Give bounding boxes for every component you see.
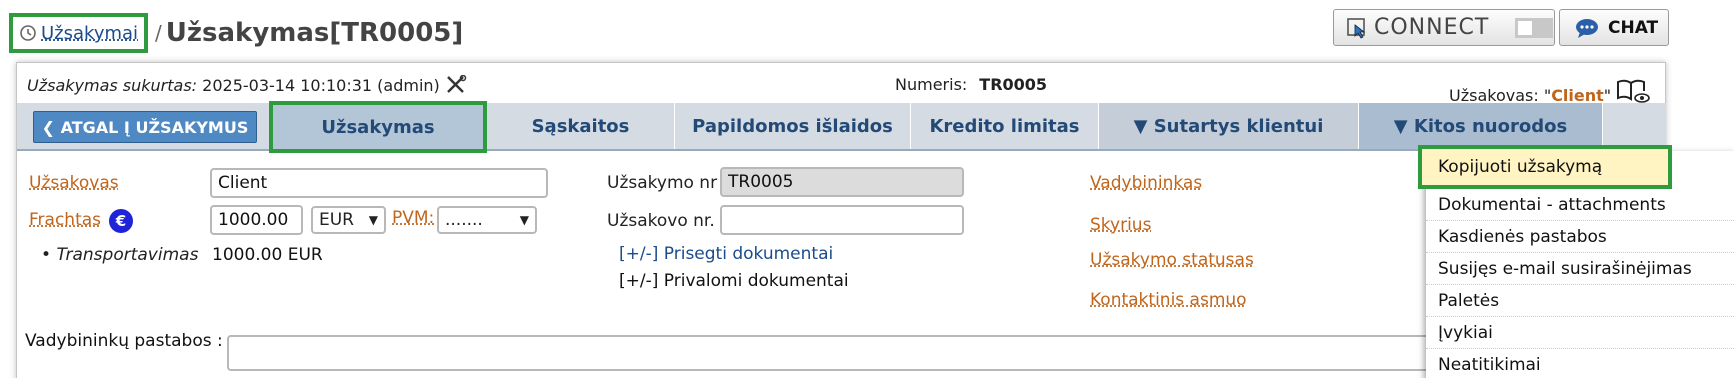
breadcrumb-separator: / xyxy=(155,21,162,45)
breadcrumb-orders-link[interactable]: Užsakymai xyxy=(9,13,149,53)
client-label[interactable]: Užsakovas xyxy=(29,173,119,193)
required-documents-link[interactable]: [+/-] Privalomi dokumentai xyxy=(619,271,849,291)
client-input[interactable] xyxy=(210,168,548,198)
bullet-dot: • xyxy=(41,245,57,265)
other-links-menu: Kopijuoti užsakymą Dokumentai - attachme… xyxy=(1418,145,1734,378)
currency-value: EUR xyxy=(319,210,354,230)
tools-icon[interactable] xyxy=(445,74,467,95)
menu-item-pallets[interactable]: Paletės xyxy=(1426,285,1734,317)
freight-label[interactable]: Frachtas xyxy=(29,210,101,230)
breadcrumb-link-label[interactable]: Užsakymai xyxy=(41,23,138,44)
cursor-window-icon xyxy=(1347,17,1366,39)
created-info: Užsakymas sukurtas: 2025-03-14 10:10:31 … xyxy=(27,74,467,95)
menu-item-nonconformities[interactable]: Neatitikimai xyxy=(1426,349,1734,378)
menu-item-copy-order[interactable]: Kopijuoti užsakymą xyxy=(1418,145,1672,189)
transport-summary: • Transportavimas xyxy=(41,245,198,265)
order-status-label[interactable]: Užsakymo statusas xyxy=(1090,250,1254,270)
contact-person-label[interactable]: Kontaktinis asmuo xyxy=(1090,290,1247,310)
vat-select[interactable]: ....... ▼ xyxy=(437,206,537,234)
connect-toggle[interactable] xyxy=(1515,17,1554,38)
tab-invoices[interactable]: Sąskaitos xyxy=(487,103,675,149)
transport-value: 1000.00 EUR xyxy=(212,245,323,265)
client-nr-input[interactable] xyxy=(720,205,964,235)
client-info: Užsakovas: "Client" xyxy=(1449,79,1651,105)
tab-extra-costs[interactable]: Papildomos išlaidos xyxy=(675,103,911,149)
transport-label: Transportavimas xyxy=(56,245,199,265)
created-value: 2025-03-14 10:10:31 (admin) xyxy=(202,76,440,95)
notes-label: Vadybininkų pastabos : xyxy=(25,331,223,351)
page-title: Užsakymas[TR0005] xyxy=(165,18,464,48)
book-view-icon[interactable] xyxy=(1616,79,1651,103)
connect-label: CONNECT xyxy=(1374,15,1490,40)
menu-item-attachments[interactable]: Dokumentai - attachments xyxy=(1426,189,1734,221)
chevron-down-icon: ▼ xyxy=(519,213,529,227)
currency-select[interactable]: EUR ▼ xyxy=(311,206,386,234)
menu-item-email-correspondence[interactable]: Susijęs e-mail susirašinėjimas xyxy=(1426,253,1734,285)
chat-bubble-icon xyxy=(1576,18,1598,38)
manager-label[interactable]: Vadybininkas xyxy=(1090,173,1202,193)
tab-client-contracts[interactable]: ▼ Sutartys klientui xyxy=(1099,103,1359,149)
menu-item-daily-notes[interactable]: Kasdienės pastabos xyxy=(1426,221,1734,253)
number-value: TR0005 xyxy=(979,75,1048,94)
attach-documents-link[interactable]: [+/-] Prisegti dokumentai xyxy=(619,244,833,264)
vat-value: ....... xyxy=(445,210,483,230)
created-label: Užsakymas sukurtas: xyxy=(27,76,198,95)
tab-bar: ❮ ATGAL Į UŽSAKYMUS Užsakymas Sąskaitos … xyxy=(17,101,1666,153)
tab-credit-limit[interactable]: Kredito limitas xyxy=(911,103,1099,149)
vat-label[interactable]: PVM: xyxy=(392,208,434,228)
chat-button[interactable]: CHAT xyxy=(1559,9,1669,46)
number-label: Numeris: xyxy=(895,75,968,94)
back-to-orders-button[interactable]: ❮ ATGAL Į UŽSAKYMUS xyxy=(33,111,257,143)
tab-other-links[interactable]: ▼ Kitos nuorodos xyxy=(1359,103,1603,149)
connect-button[interactable]: CONNECT xyxy=(1333,9,1555,46)
chat-label: CHAT xyxy=(1608,17,1659,38)
euro-icon[interactable]: € xyxy=(109,209,133,233)
menu-item-events[interactable]: Įvykiai xyxy=(1426,317,1734,349)
order-nr-label: Užsakymo nr xyxy=(607,173,718,193)
order-nr-input xyxy=(720,167,964,197)
history-icon xyxy=(20,25,36,41)
breadcrumb: Užsakymai / Užsakymas[TR0005] xyxy=(9,13,463,53)
freight-input[interactable] xyxy=(210,205,303,235)
chevron-down-icon: ▼ xyxy=(368,213,378,227)
order-panel: Užsakymas sukurtas: 2025-03-14 10:10:31 … xyxy=(16,62,1667,378)
tab-order[interactable]: Užsakymas xyxy=(269,101,487,153)
order-number: Numeris: TR0005 xyxy=(895,75,1047,94)
order-meta: Užsakymas sukurtas: 2025-03-14 10:10:31 … xyxy=(17,63,1665,105)
client-nr-label: Užsakovo nr. : xyxy=(607,211,726,231)
department-label[interactable]: Skyrius xyxy=(1090,215,1151,235)
